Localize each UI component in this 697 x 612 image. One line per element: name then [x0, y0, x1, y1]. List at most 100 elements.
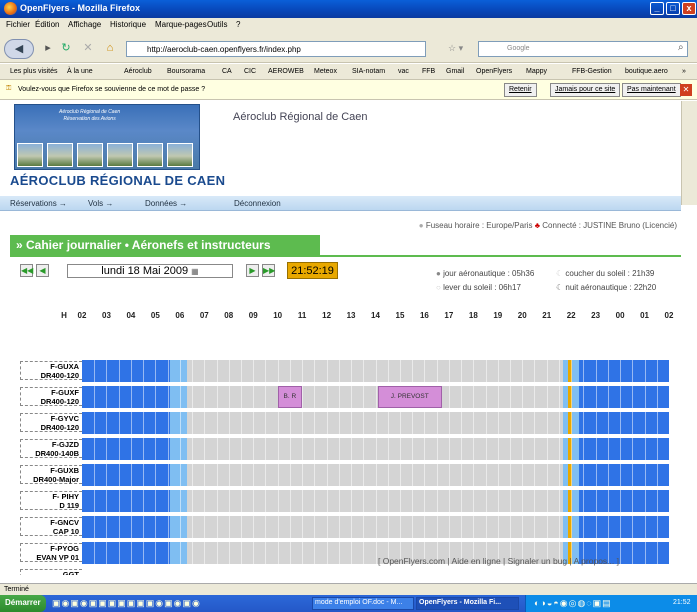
grid-line	[277, 438, 279, 460]
footer-links[interactable]: [ OpenFlyers.com | Aide en ligne | Signa…	[378, 556, 619, 566]
menu-help[interactable]: ?	[236, 20, 240, 29]
close-button[interactable]: x	[682, 2, 696, 15]
remember-button[interactable]: Retenir	[504, 83, 537, 97]
home-icon[interactable]: ⌂	[100, 39, 120, 59]
star-icon[interactable]: ☆ ▾	[448, 43, 463, 54]
grid-line	[94, 490, 96, 512]
schedule-slot[interactable]	[579, 360, 669, 382]
menu-marque-pages[interactable]: Marque-pages	[155, 20, 207, 29]
search-icon[interactable]: ⌕	[678, 42, 684, 53]
menu-edition[interactable]: Édition	[35, 20, 59, 29]
grid-line	[387, 412, 389, 434]
bookmark-item[interactable]: FFB	[422, 68, 435, 75]
grid-line	[485, 360, 487, 382]
schedule-slot[interactable]	[170, 542, 187, 564]
menu-affichage[interactable]: Affichage	[68, 20, 101, 29]
not-now-button[interactable]: Pas maintenant	[622, 83, 681, 97]
url-input[interactable]: http://aeroclub-caen.openflyers.fr/index…	[126, 41, 426, 57]
reload-icon[interactable]: ↻	[56, 39, 76, 59]
schedule-slot[interactable]	[579, 516, 669, 538]
page-scrollbar[interactable]	[681, 101, 697, 205]
grid-line	[314, 386, 316, 408]
bookmark-item[interactable]: OpenFlyers	[476, 68, 512, 75]
clock: 21:52	[673, 599, 691, 606]
stop-icon[interactable]: ✕	[78, 39, 98, 59]
schedule-slot[interactable]	[170, 516, 187, 538]
booking-block[interactable]: J. PREVOST	[377, 386, 442, 408]
taskbar-word-doc[interactable]: mode d'emploi OF.doc - M...	[312, 597, 414, 610]
schedule-slot[interactable]	[170, 360, 187, 382]
menu-historique[interactable]: Historique	[110, 20, 146, 29]
grid-line	[534, 386, 536, 408]
minimize-button[interactable]: _	[650, 2, 664, 15]
aircraft-label[interactable]: GGT	[20, 569, 82, 575]
grid-line	[595, 516, 597, 538]
bookmark-item[interactable]: FFB-Gestion	[572, 68, 612, 75]
next-day-button[interactable]: ▶	[246, 264, 259, 277]
schedule-slot[interactable]	[170, 490, 187, 512]
menu-outils[interactable]: Outils	[207, 20, 227, 29]
grid-line	[338, 386, 340, 408]
taskbar-firefox[interactable]: OpenFlyers - Mozilla Fi...	[416, 597, 519, 610]
bookmark-item[interactable]: CA	[222, 68, 232, 75]
search-input[interactable]: Google	[478, 41, 688, 57]
maximize-button[interactable]: □	[666, 2, 680, 15]
schedule-slot[interactable]	[170, 438, 187, 460]
schedule-slot[interactable]	[170, 386, 187, 408]
bookmark-item[interactable]: vac	[398, 68, 409, 75]
schedule-slot[interactable]	[170, 464, 187, 486]
start-button[interactable]: Démarrer	[0, 595, 46, 612]
grid-line	[546, 516, 548, 538]
schedule-slot[interactable]	[579, 386, 669, 408]
bookmark-item[interactable]: SIA-notam	[352, 68, 385, 75]
booking-block[interactable]: B. R	[277, 386, 303, 408]
bookmark-item[interactable]: Boursorama	[167, 68, 205, 75]
grid-line	[485, 490, 487, 512]
bookmark-item[interactable]: À la une	[67, 68, 93, 75]
grid-line	[558, 412, 560, 434]
schedule-slot[interactable]	[579, 464, 669, 486]
grid-line	[302, 464, 304, 486]
date-picker[interactable]: lundi 18 Mai 2009 ▦	[67, 264, 233, 278]
bookmark-item[interactable]: Meteox	[314, 68, 337, 75]
menu-reservations[interactable]: Réservations →	[10, 199, 67, 208]
menu-donnees[interactable]: Données →	[145, 199, 187, 208]
menu-deconnexion[interactable]: Déconnexion	[234, 199, 281, 208]
bookmark-item[interactable]: Aéroclub	[124, 68, 152, 75]
aircraft-label[interactable]: F-GUXB DR400-Major	[20, 465, 82, 484]
bookmark-item[interactable]: Les plus visités	[10, 68, 57, 75]
calendar-icon[interactable]: ▦	[191, 267, 199, 276]
bookmark-item[interactable]: Mappy	[526, 68, 547, 75]
aircraft-label[interactable]: F-GUXF DR400-120	[20, 387, 82, 406]
never-for-site-button[interactable]: Jamais pour ce site	[550, 83, 621, 97]
prev-week-button[interactable]: ◀◀	[20, 264, 33, 277]
bookmark-item[interactable]: AEROWEB	[268, 68, 304, 75]
aircraft-label[interactable]: F-GNCV CAP 10	[20, 517, 82, 536]
bookmark-item[interactable]: boutique.aero	[625, 68, 668, 75]
schedule-slot[interactable]	[579, 412, 669, 434]
grid-line	[351, 412, 353, 434]
aircraft-label[interactable]: F-GUXA DR400-120	[20, 361, 82, 380]
menu-vols[interactable]: Vols →	[88, 199, 113, 208]
schedule-slot[interactable]	[170, 412, 187, 434]
schedule-slot[interactable]	[579, 490, 669, 512]
hour-label: 10	[273, 311, 283, 320]
notification-close-icon[interactable]: ✕	[680, 84, 692, 96]
bookmark-item[interactable]: Gmail	[446, 68, 464, 75]
bookmarks-overflow-button[interactable]: »	[682, 68, 686, 75]
tray-icons[interactable]: ◐◑◒◓◉◎◍◌▣▤	[534, 598, 612, 609]
grid-line	[632, 542, 634, 564]
back-button[interactable]: ◀	[4, 39, 34, 59]
aircraft-label[interactable]: F- PIHY D 119	[20, 491, 82, 510]
quicklaunch-icons[interactable]: ▣◉▣◉▣▣▣▣▣▣▣◉▣◉▣◉	[52, 598, 201, 609]
schedule-slot[interactable]	[579, 438, 669, 460]
grid-line	[485, 412, 487, 434]
aircraft-label[interactable]: F-GYVC DR400-120	[20, 413, 82, 432]
menu-fichier[interactable]: Fichier	[6, 20, 30, 29]
aircraft-label[interactable]: F-GJZD DR400-140B	[20, 439, 82, 458]
next-week-button[interactable]: ▶▶	[262, 264, 275, 277]
aircraft-label[interactable]: F-PYOG EVAN VP 01	[20, 543, 82, 562]
prev-day-button[interactable]: ◀	[36, 264, 49, 277]
bookmark-item[interactable]: CIC	[244, 68, 256, 75]
forward-button[interactable]: ▸	[38, 39, 58, 59]
